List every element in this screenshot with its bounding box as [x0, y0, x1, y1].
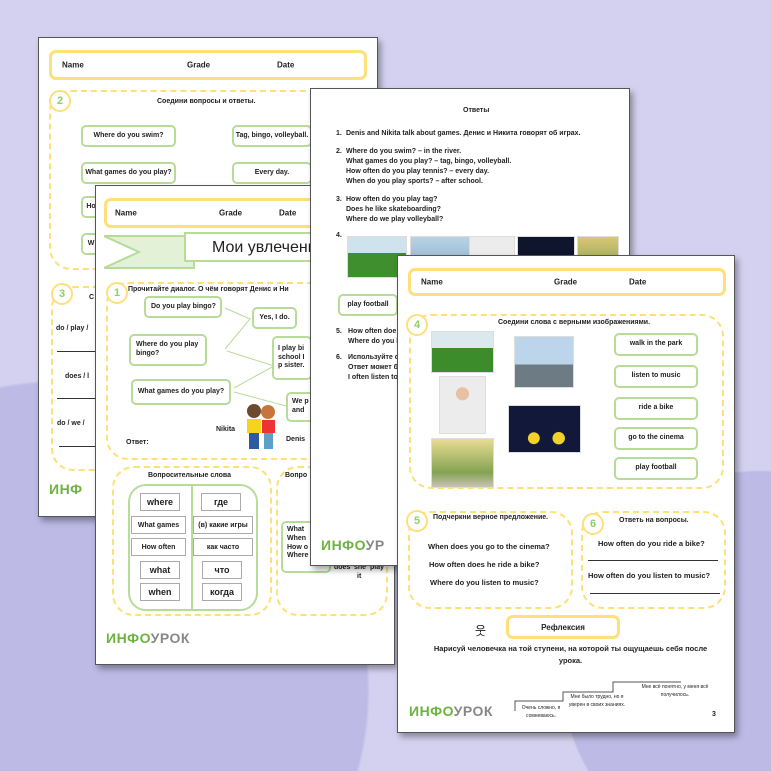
dialog-bubble: What games do you play?	[131, 379, 231, 405]
sentence-option[interactable]: Where do you listen to music?	[430, 578, 539, 587]
infourok-logo: ИНФОУРОК	[409, 703, 493, 719]
photo-cinema	[508, 405, 581, 453]
grade-label: Grade	[554, 277, 578, 287]
word: it	[357, 573, 362, 580]
right-task-title: Вопро	[285, 472, 308, 479]
photo-bike	[514, 336, 574, 388]
photo-park	[431, 438, 494, 488]
word-card: (в) какие игры	[193, 516, 253, 534]
grade-label: Grade	[187, 60, 211, 70]
nikita-label: Nikita	[216, 426, 236, 433]
answers-list: 1. Denis and Nikita talk about games. Ден…	[336, 129, 581, 241]
word-card: What games	[131, 516, 186, 534]
step-label: Мне было трудно, но я уверен в своих зна…	[568, 694, 626, 708]
task-number: 4	[406, 314, 428, 336]
header-box: Name Grade Date	[408, 268, 726, 296]
phrase-box: go to the cinema	[614, 427, 698, 450]
question: How often do you ride a bike?	[598, 539, 705, 548]
infourok-logo: ИНФОУРОК	[106, 630, 190, 646]
dialog-bubble: Yes, I do.	[252, 307, 297, 329]
answer-item: 2. Where do you swim? – in the river. What…	[336, 148, 512, 185]
answer-line	[57, 398, 97, 399]
dialog-bubble: Do you play bingo?	[144, 296, 222, 318]
task-number: 6	[582, 513, 604, 535]
page-number: 3	[712, 711, 716, 718]
task-title: С	[89, 294, 95, 301]
answer-box: Tag, bingo, volleyball.	[232, 125, 312, 147]
step-label: Мне всё понятно, у меня всё получилось.	[641, 684, 709, 698]
name-label: Name	[62, 60, 84, 70]
answer-line	[57, 351, 97, 352]
answer-line	[59, 446, 99, 447]
task-title: Подчеркни верное предложение.	[433, 514, 549, 521]
question-box: Where do you swim?	[81, 125, 176, 147]
infourok-logo: ИНФ	[49, 481, 83, 497]
answer-item: 1. Denis and Nikita talk about games. Ден…	[336, 130, 581, 137]
word-card: How often	[131, 538, 186, 556]
dialog-bubble: I play bi school I p sister.	[272, 336, 312, 380]
name-label: Name	[421, 277, 443, 287]
photo-music	[439, 376, 486, 434]
stick-figure-icon: 웃	[475, 624, 487, 638]
word-card: when	[140, 583, 180, 601]
question: How often do you listen to music?	[588, 571, 711, 580]
date-label: Date	[629, 277, 647, 287]
header-box: Name Grade Date	[49, 50, 367, 80]
word-card: what	[140, 561, 180, 579]
dialog-bubble: Where do you play bingo?	[129, 334, 207, 366]
question-words-title: Вопросительные слова	[148, 472, 231, 479]
word-card: когда	[202, 583, 242, 601]
phrase-box: play football	[614, 457, 698, 480]
phrase-box: ride a bike	[614, 397, 698, 420]
word-prompt: do / play /	[56, 325, 89, 332]
answer-line[interactable]	[588, 560, 718, 561]
phrase-box: listen to music	[614, 365, 698, 388]
step-label: Очень сложно, я сомневаюсь.	[521, 705, 561, 719]
phrase-box: walk in the park	[614, 333, 698, 356]
infourok-logo: ИНФОУР	[321, 537, 385, 553]
word-card: where	[140, 493, 180, 511]
reflection-instruction: Нарисуй человечка на той ступени, на кот…	[433, 644, 708, 665]
word-card: где	[201, 493, 241, 511]
sentence-option[interactable]: How often does he ride a bike?	[429, 560, 539, 569]
photo-football	[431, 331, 494, 373]
reflection-box: Рефлексия	[506, 615, 620, 639]
answers-title: Ответы	[463, 107, 490, 114]
word-card: что	[202, 561, 242, 579]
task-title: Соедини вопросы и ответы.	[157, 98, 256, 105]
task-title: Соедини слова с верными изображениями.	[498, 319, 651, 326]
question-box: What games do you play?	[81, 162, 176, 184]
date-label: Date	[277, 60, 295, 70]
task-number: 2	[49, 90, 71, 112]
answer-item: 3. How often do you play tag? Does he like…	[336, 196, 444, 223]
answer-item: 6. Используйте сл Ответ может бI often lis…	[336, 354, 404, 381]
word-card: как часто	[193, 538, 253, 556]
task-number: 3	[51, 283, 73, 305]
sentence-option[interactable]: When does you go to the cinema?	[428, 542, 550, 551]
answer-item: 5. How often doe Where do you l	[336, 328, 399, 345]
task-number: 5	[406, 510, 428, 532]
answers-list-continued: 5. How often doe Where do you l 6. Использу…	[336, 327, 403, 383]
answer-line[interactable]	[590, 593, 720, 594]
denis-label: Denis	[286, 436, 306, 443]
word-prompt: does / l	[65, 373, 90, 380]
boys-illustration	[247, 404, 275, 449]
phrase-box: play football	[338, 294, 398, 316]
task-title: Ответь на вопросы.	[619, 517, 689, 524]
worksheet-page-3: Name Grade Date 4 Соедини слова с верным…	[397, 255, 735, 733]
answer-box: Every day.	[232, 162, 312, 184]
answer-label: Ответ:	[126, 439, 149, 446]
word-prompt: do / we /	[57, 420, 85, 427]
